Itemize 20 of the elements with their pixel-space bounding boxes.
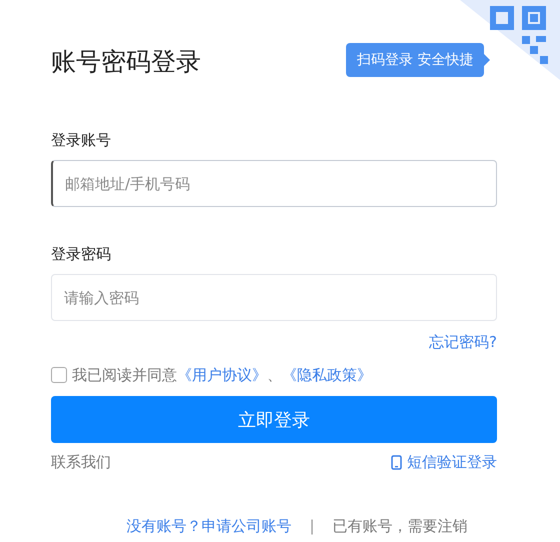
forgot-password-link[interactable]: 忘记密码? xyxy=(429,333,497,353)
agreement-checkbox[interactable] xyxy=(51,367,67,383)
input-field[interactable]: 请输入密码 xyxy=(51,274,497,321)
login-button[interactable]: 立即登录 xyxy=(51,396,497,443)
tooltip-arrow-icon xyxy=(484,54,490,66)
field-label: 登录密码 xyxy=(51,245,112,265)
field-label: 登录账号 xyxy=(51,131,112,151)
contact-link[interactable]: 联系我们 xyxy=(51,452,111,472)
divider-text: | xyxy=(309,516,315,536)
qr-login-tooltip: 扫码登录 安全快捷 xyxy=(346,43,484,77)
separator-text: 、 xyxy=(267,366,282,384)
deregister-link[interactable]: 已有账号，需要注销 xyxy=(332,516,468,536)
page-title: 账号密码登录 xyxy=(51,46,201,78)
input-field[interactable]: 邮箱地址/手机号码 xyxy=(51,160,497,207)
privacy-policy-link[interactable]: 《隐私政策》 xyxy=(282,366,372,384)
sms-login-link[interactable]: 短信验证登录 xyxy=(391,452,497,472)
phone-icon xyxy=(391,454,402,470)
user-agreement-link[interactable]: 《用户协议》 xyxy=(177,366,267,384)
agreement-text: 我已阅读并同意 xyxy=(72,366,177,384)
apply-account-link[interactable]: 没有账号？申请公司账号 xyxy=(126,516,292,536)
